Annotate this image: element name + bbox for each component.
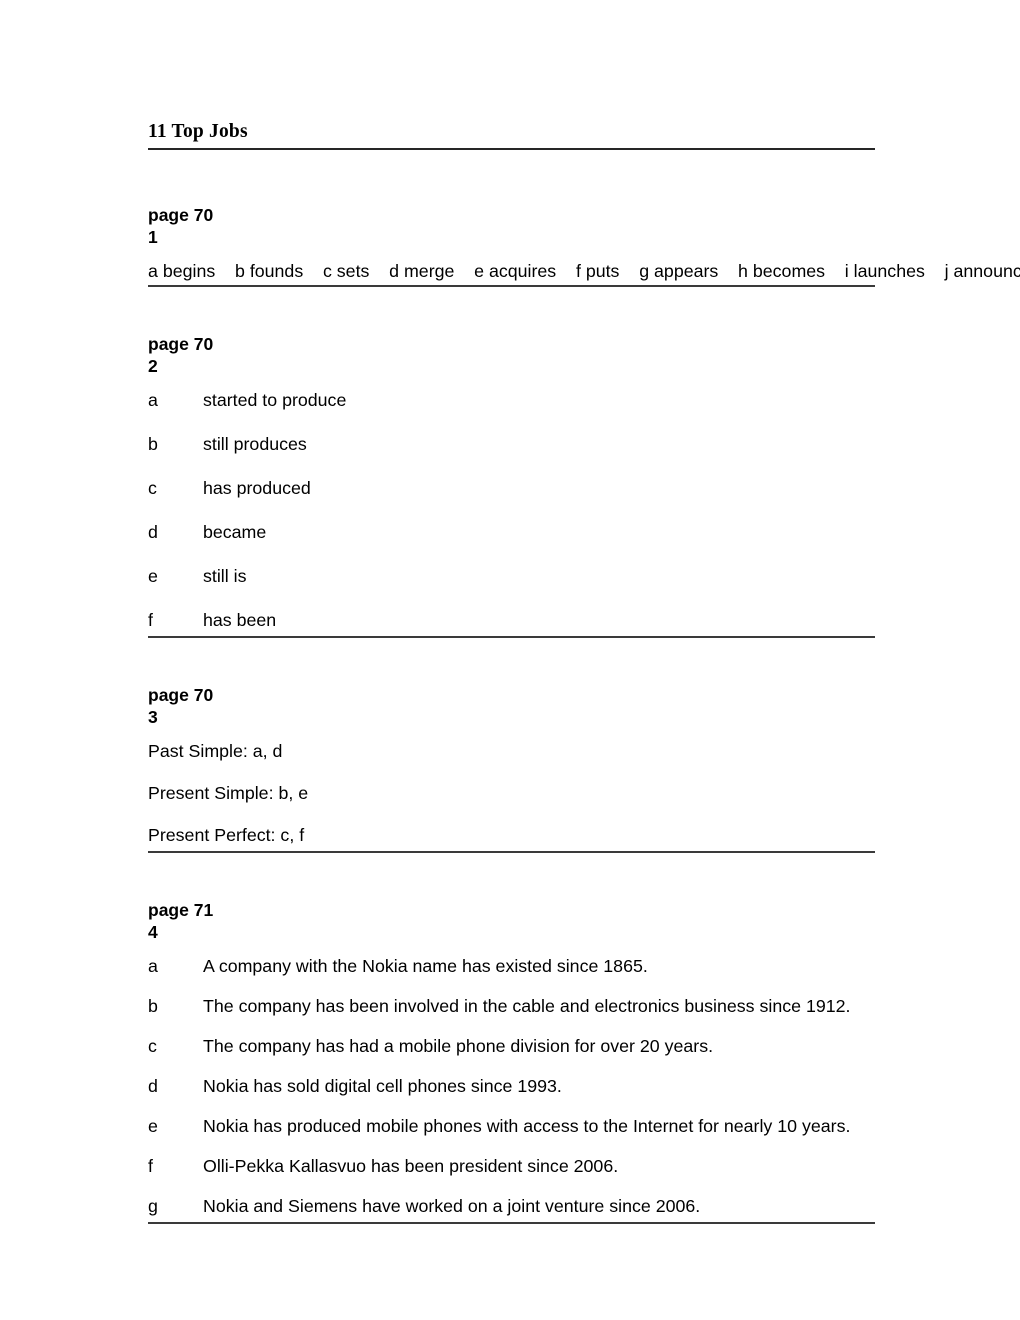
answer-letter: e	[148, 1116, 158, 1136]
answer-text: A company with the Nokia name has existe…	[203, 956, 648, 976]
exercise-section-3: page 70 3 Past Simple: a, d Present Simp…	[148, 684, 875, 853]
exercise-number-4: 4	[148, 922, 158, 942]
answer-letter: f	[148, 1156, 153, 1176]
answer-line: Present Simple: b, e	[148, 783, 309, 803]
answer-letter: b	[148, 434, 158, 454]
answer-item: d Nokia has sold digital cell phones sinc…	[148, 1073, 875, 1099]
answer-line: Past Simple: a, d	[148, 741, 283, 761]
answer-item: d became	[148, 519, 875, 545]
page-label-4: page 71	[148, 900, 214, 920]
page-label-1: page 70	[148, 205, 214, 225]
exercise-number-1: 1	[148, 227, 158, 247]
answer-text: became	[203, 522, 267, 542]
answer-letter: a	[148, 956, 158, 976]
answer-letter: c	[148, 1036, 157, 1056]
answer-item: c The company has had a mobile phone divi…	[148, 1033, 875, 1059]
exercise-section-1: page 70 1 a begins b founds c sets d mer…	[148, 204, 1020, 287]
answer-letter: d	[148, 1076, 158, 1096]
answer-text: The company has been involved in the cab…	[203, 996, 851, 1016]
answer-text: has produced	[203, 478, 311, 498]
answer-item: f Olli-Pekka Kallasvuo has been president…	[148, 1153, 875, 1179]
answer-item: a A company with the Nokia name has exist…	[148, 953, 875, 979]
answer-item: b The company has been involved in the ca…	[148, 993, 875, 1019]
answer-text: Nokia has sold digital cell phones since…	[203, 1076, 562, 1096]
page-title: 11 Top Jobs	[148, 120, 875, 150]
answer-item: f has been	[148, 607, 875, 633]
answer-item: e Nokia has produced mobile phones with a…	[148, 1113, 875, 1139]
answer-text: still is	[203, 566, 247, 586]
document-page: 11 Top Jobs page 70 1 a begins b founds …	[0, 0, 1020, 1320]
answer-letter: f	[148, 610, 153, 630]
answer-item: b still produces	[148, 431, 875, 457]
answer-item: g Nokia and Siemens have worked on a join…	[148, 1193, 875, 1219]
answer-text: still produces	[203, 434, 307, 454]
answer-letter: d	[148, 522, 158, 542]
exercise-number-3: 3	[148, 707, 158, 727]
answer-item: a started to produce	[148, 387, 875, 413]
page-label-3: page 70	[148, 685, 214, 705]
answer-line: Present Perfect: c, f	[148, 825, 305, 845]
answer-letter: e	[148, 566, 158, 586]
answer-text: has been	[203, 610, 277, 630]
answer-letter: a	[148, 390, 158, 410]
answer-item: e still is	[148, 563, 875, 589]
answer-text: Nokia has produced mobile phones with ac…	[203, 1116, 851, 1136]
answer-text: Olli-Pekka Kallasvuo has been president …	[203, 1156, 619, 1176]
answer-text: started to produce	[203, 390, 347, 410]
exercise-section-4: page 71 4 a A company with the Nokia name…	[148, 899, 875, 1224]
document-content: 11 Top Jobs page 70 1 a begins b founds …	[148, 120, 1020, 1224]
answer-letter: b	[148, 996, 158, 1016]
page-label-2: page 70	[148, 334, 214, 354]
answer-text: The company has had a mobile phone divis…	[203, 1036, 714, 1056]
answer-item: c has produced	[148, 475, 875, 501]
answer-letter: c	[148, 478, 157, 498]
exercise-1-answers: a begins b founds c sets d merge e acqui…	[148, 261, 1020, 281]
answer-letter: g	[148, 1196, 158, 1216]
exercise-number-2: 2	[148, 356, 158, 376]
answer-text: Nokia and Siemens have worked on a joint…	[203, 1196, 701, 1216]
exercise-section-2: page 70 2 a started to produce b still pro…	[148, 333, 875, 638]
